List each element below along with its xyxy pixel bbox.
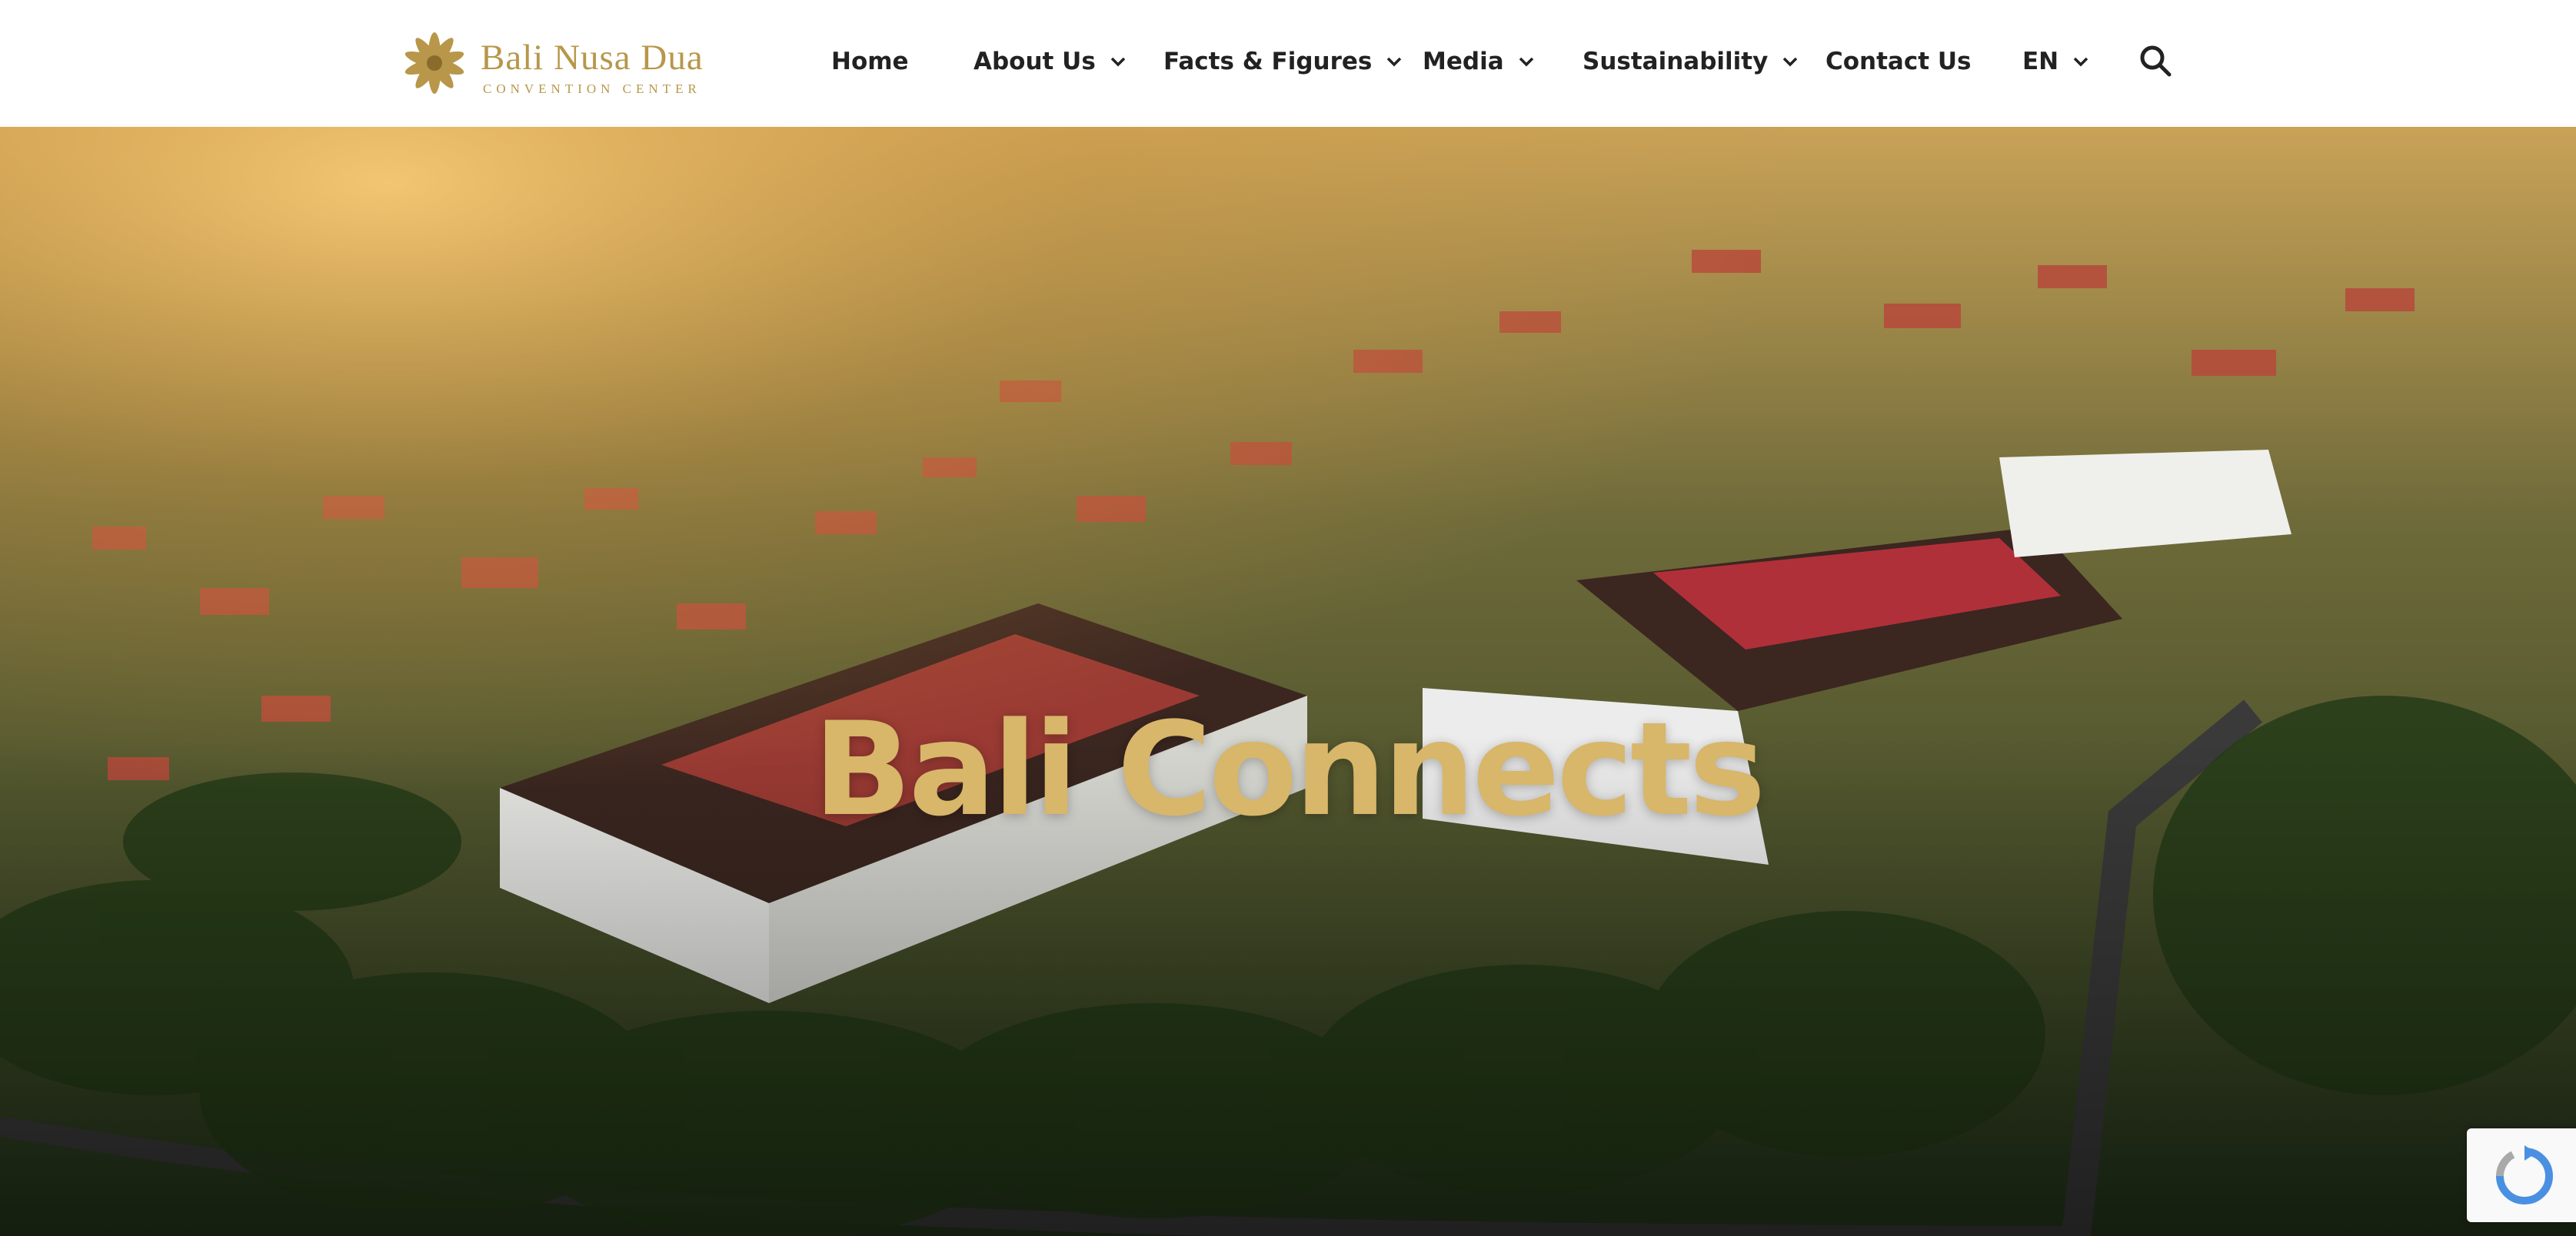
recaptcha-icon	[2496, 1145, 2553, 1204]
recaptcha-badge[interactable]	[2467, 1128, 2576, 1222]
chevron-down-icon	[1519, 57, 1533, 67]
search-button[interactable]	[2138, 43, 2173, 78]
search-icon	[2140, 45, 2172, 77]
hero-background-image	[0, 127, 2576, 1236]
language-label: EN	[2022, 48, 2059, 75]
nav-contact-us[interactable]: Contact Us	[1825, 43, 1971, 80]
site-logo[interactable]: Bali Nusa Dua CONVENTION CENTER	[396, 26, 703, 100]
nav-contact-us-label: Contact Us	[1825, 48, 1972, 75]
hero-banner: Bali Connects	[0, 127, 2576, 1236]
hero-title: Bali Connects	[813, 693, 1766, 845]
nav-facts-figures[interactable]: Facts & Figures	[1163, 43, 1403, 80]
logo-subtitle: CONVENTION CENTER	[483, 81, 701, 96]
nav-media-label: Media	[1423, 48, 1504, 75]
lotus-logo-icon	[404, 32, 464, 94]
chevron-down-icon	[1110, 57, 1126, 67]
language-selector[interactable]: EN	[2022, 43, 2089, 80]
chevron-down-icon	[1387, 57, 1402, 67]
nav-sustainability-label: Sustainability	[1583, 48, 1769, 75]
nav-about-us-label: About Us	[973, 48, 1096, 75]
chevron-down-icon	[1783, 57, 1798, 67]
nav-home-label: Home	[831, 48, 909, 75]
nav-facts-figures-label: Facts & Figures	[1163, 48, 1373, 75]
site-header: Bali Nusa Dua CONVENTION CENTER Home Abo…	[0, 0, 2576, 127]
logo-name: Bali Nusa Dua	[481, 38, 704, 78]
chevron-down-icon	[2073, 57, 2088, 67]
nav-home[interactable]: Home	[831, 43, 909, 80]
nav-media[interactable]: Media	[1423, 43, 1535, 80]
nav-about-us[interactable]: About Us	[973, 43, 1127, 80]
nav-sustainability[interactable]: Sustainability	[1583, 43, 1799, 80]
